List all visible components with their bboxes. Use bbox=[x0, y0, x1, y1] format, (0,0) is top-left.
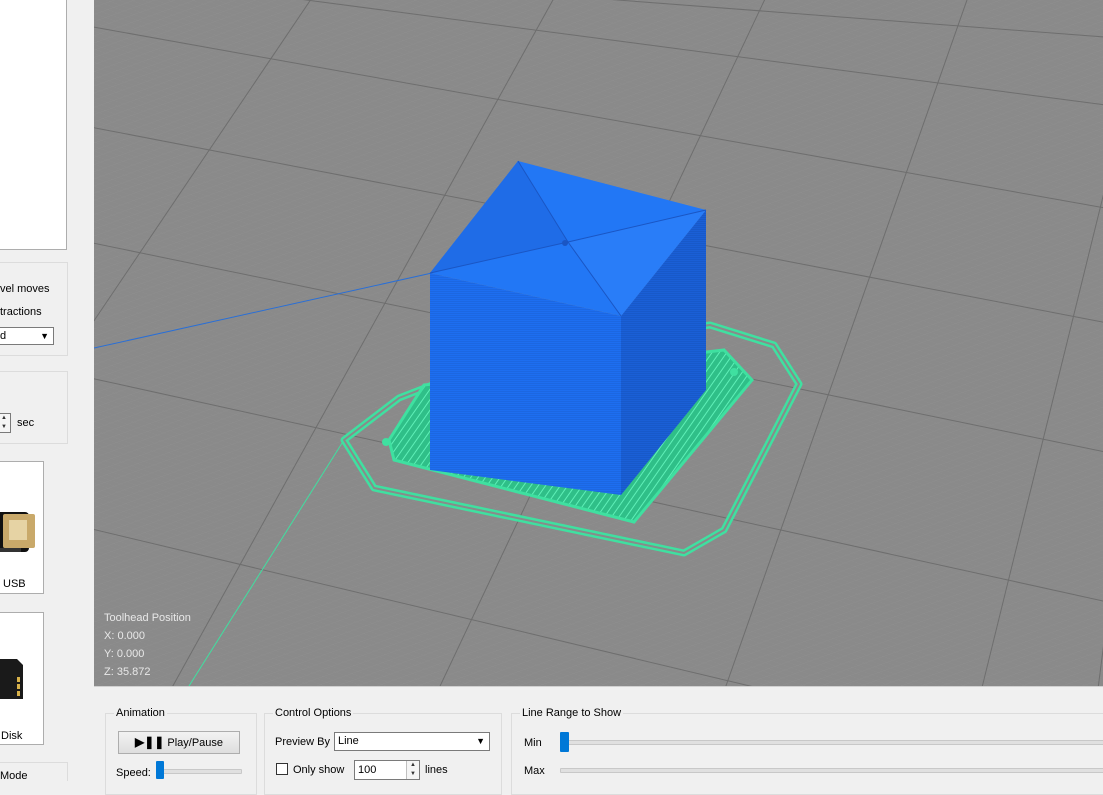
device-usb-label: USB bbox=[3, 578, 26, 590]
retractions-label: tractions bbox=[0, 306, 42, 318]
preview-by-select[interactable]: Line ▼ bbox=[334, 732, 490, 751]
max-slider-track[interactable] bbox=[560, 768, 1103, 773]
min-slider-handle[interactable] bbox=[560, 732, 569, 752]
only-show-label: Only show bbox=[293, 764, 345, 776]
max-label: Max bbox=[524, 765, 545, 777]
travel-moves-label: vel moves bbox=[0, 283, 50, 295]
preview-by-value: Line bbox=[338, 735, 359, 747]
play-pause-label: Play/Pause bbox=[167, 737, 224, 749]
stepper-buttons[interactable]: ▲ ▼ bbox=[0, 414, 10, 432]
stepper-buttons[interactable]: ▲ ▼ bbox=[406, 761, 419, 779]
preview-3d-scene[interactable] bbox=[94, 0, 1103, 686]
bottom-controls: Animation ▶❚❚ Play/Pause Speed: Control … bbox=[94, 686, 1103, 795]
line-range-title: Line Range to Show bbox=[520, 707, 624, 719]
play-pause-icon: ▶❚❚ bbox=[134, 735, 165, 749]
toolhead-y: Y: 0.000 bbox=[104, 648, 145, 660]
mode-label: Mode bbox=[0, 770, 28, 781]
animation-title: Animation bbox=[114, 707, 167, 719]
toolhead-z: Z: 35.872 bbox=[104, 666, 151, 678]
only-show-lines-value: 100 bbox=[358, 764, 377, 776]
seconds-unit-label: sec bbox=[17, 417, 35, 429]
lines-unit-label: lines bbox=[425, 764, 448, 776]
min-slider-track[interactable] bbox=[560, 740, 1103, 745]
only-show-checkbox[interactable] bbox=[276, 763, 288, 775]
sd-card-icon bbox=[0, 659, 23, 699]
device-card-disk[interactable]: Disk bbox=[0, 612, 44, 745]
chevron-down-icon: ▼ bbox=[40, 331, 49, 341]
device-card-usb[interactable]: USB bbox=[0, 461, 44, 594]
color-mode-select-value: d bbox=[0, 330, 7, 342]
left-panel: vel moves tractions d ▼ ▲ ▼ sec USB Disk … bbox=[0, 0, 94, 781]
min-label: Min bbox=[524, 737, 542, 749]
timing-group bbox=[0, 371, 68, 444]
speed-slider-track[interactable] bbox=[156, 769, 242, 774]
control-options-title: Control Options bbox=[273, 707, 354, 719]
speed-slider-handle[interactable] bbox=[156, 761, 164, 779]
chevron-down-icon: ▼ bbox=[476, 736, 485, 746]
speed-label: Speed: bbox=[116, 767, 151, 779]
color-mode-select[interactable]: d ▼ bbox=[0, 327, 54, 345]
usb-drive-icon bbox=[0, 512, 35, 552]
play-pause-button[interactable]: ▶❚❚ Play/Pause bbox=[118, 731, 240, 754]
device-disk-label: Disk bbox=[1, 730, 23, 742]
gcode-preview-viewport[interactable]: Toolhead Position X: 0.000 Y: 0.000 Z: 3… bbox=[94, 0, 1103, 686]
control-options-group: Control Options bbox=[264, 707, 502, 795]
toolhead-x: X: 0.000 bbox=[104, 630, 145, 642]
seconds-stepper[interactable]: ▲ ▼ bbox=[0, 413, 11, 433]
line-range-group: Line Range to Show bbox=[511, 707, 1103, 795]
file-list-box[interactable] bbox=[0, 0, 67, 250]
only-show-lines-input[interactable]: 100 ▲ ▼ bbox=[354, 760, 420, 780]
toolhead-position-title: Toolhead Position bbox=[104, 612, 191, 624]
preview-by-label: Preview By bbox=[275, 736, 331, 748]
animation-group: Animation bbox=[105, 707, 257, 795]
